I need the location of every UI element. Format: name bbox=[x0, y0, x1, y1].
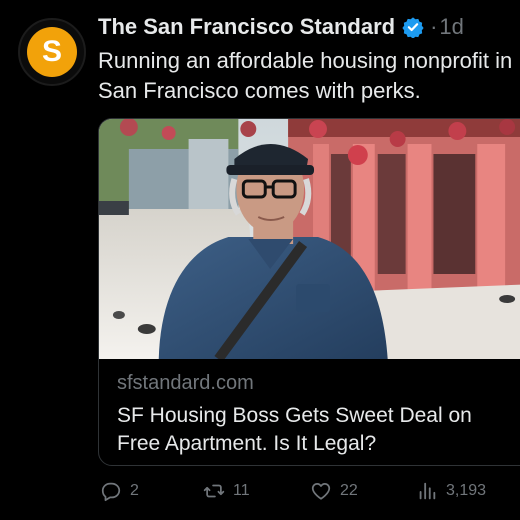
card-domain[interactable]: sfstandard.com bbox=[117, 372, 254, 395]
avatar-logo: S bbox=[27, 27, 77, 77]
like-count: 22 bbox=[340, 482, 358, 499]
verified-badge-icon bbox=[402, 17, 424, 38]
views-button[interactable]: 3,193 bbox=[416, 480, 486, 502]
repost-count: 11 bbox=[233, 482, 250, 499]
reply-button[interactable]: 2 bbox=[100, 480, 139, 502]
timestamp[interactable]: 1d bbox=[439, 14, 463, 40]
separator-dot: · bbox=[430, 14, 438, 39]
tweet-header: The San Francisco Standard · 1d bbox=[98, 14, 464, 40]
tweet-text-line: Running an affordable housing nonprofit … bbox=[98, 48, 513, 73]
repost-button[interactable]: 11 bbox=[203, 480, 250, 502]
tweet-text-line: San Francisco comes with perks. bbox=[98, 78, 421, 103]
link-card[interactable]: sfstandard.com SF Housing Boss Gets Swee… bbox=[98, 118, 520, 466]
reply-icon bbox=[101, 482, 121, 502]
like-button[interactable]: 22 bbox=[310, 480, 358, 502]
card-title[interactable]: SF Housing Boss Gets Sweet Deal on Free … bbox=[117, 402, 520, 458]
action-bar: 2 11 22 3,193 bbox=[100, 480, 520, 506]
tweet-text: Running an affordable housing nonprofit … bbox=[98, 46, 520, 106]
views-count: 3,193 bbox=[446, 482, 487, 499]
card-image bbox=[99, 119, 520, 359]
card-title-line: SF Housing Boss Gets Sweet Deal on bbox=[117, 404, 472, 427]
author-name[interactable]: The San Francisco Standard bbox=[98, 14, 395, 40]
avatar[interactable]: S bbox=[18, 18, 86, 86]
like-icon bbox=[311, 482, 331, 500]
reply-count: 2 bbox=[130, 482, 139, 499]
views-icon bbox=[419, 482, 436, 500]
avatar-letter: S bbox=[41, 35, 62, 68]
repost-icon bbox=[203, 484, 225, 498]
card-title-line: Free Apartment. Is It Legal? bbox=[117, 432, 377, 455]
